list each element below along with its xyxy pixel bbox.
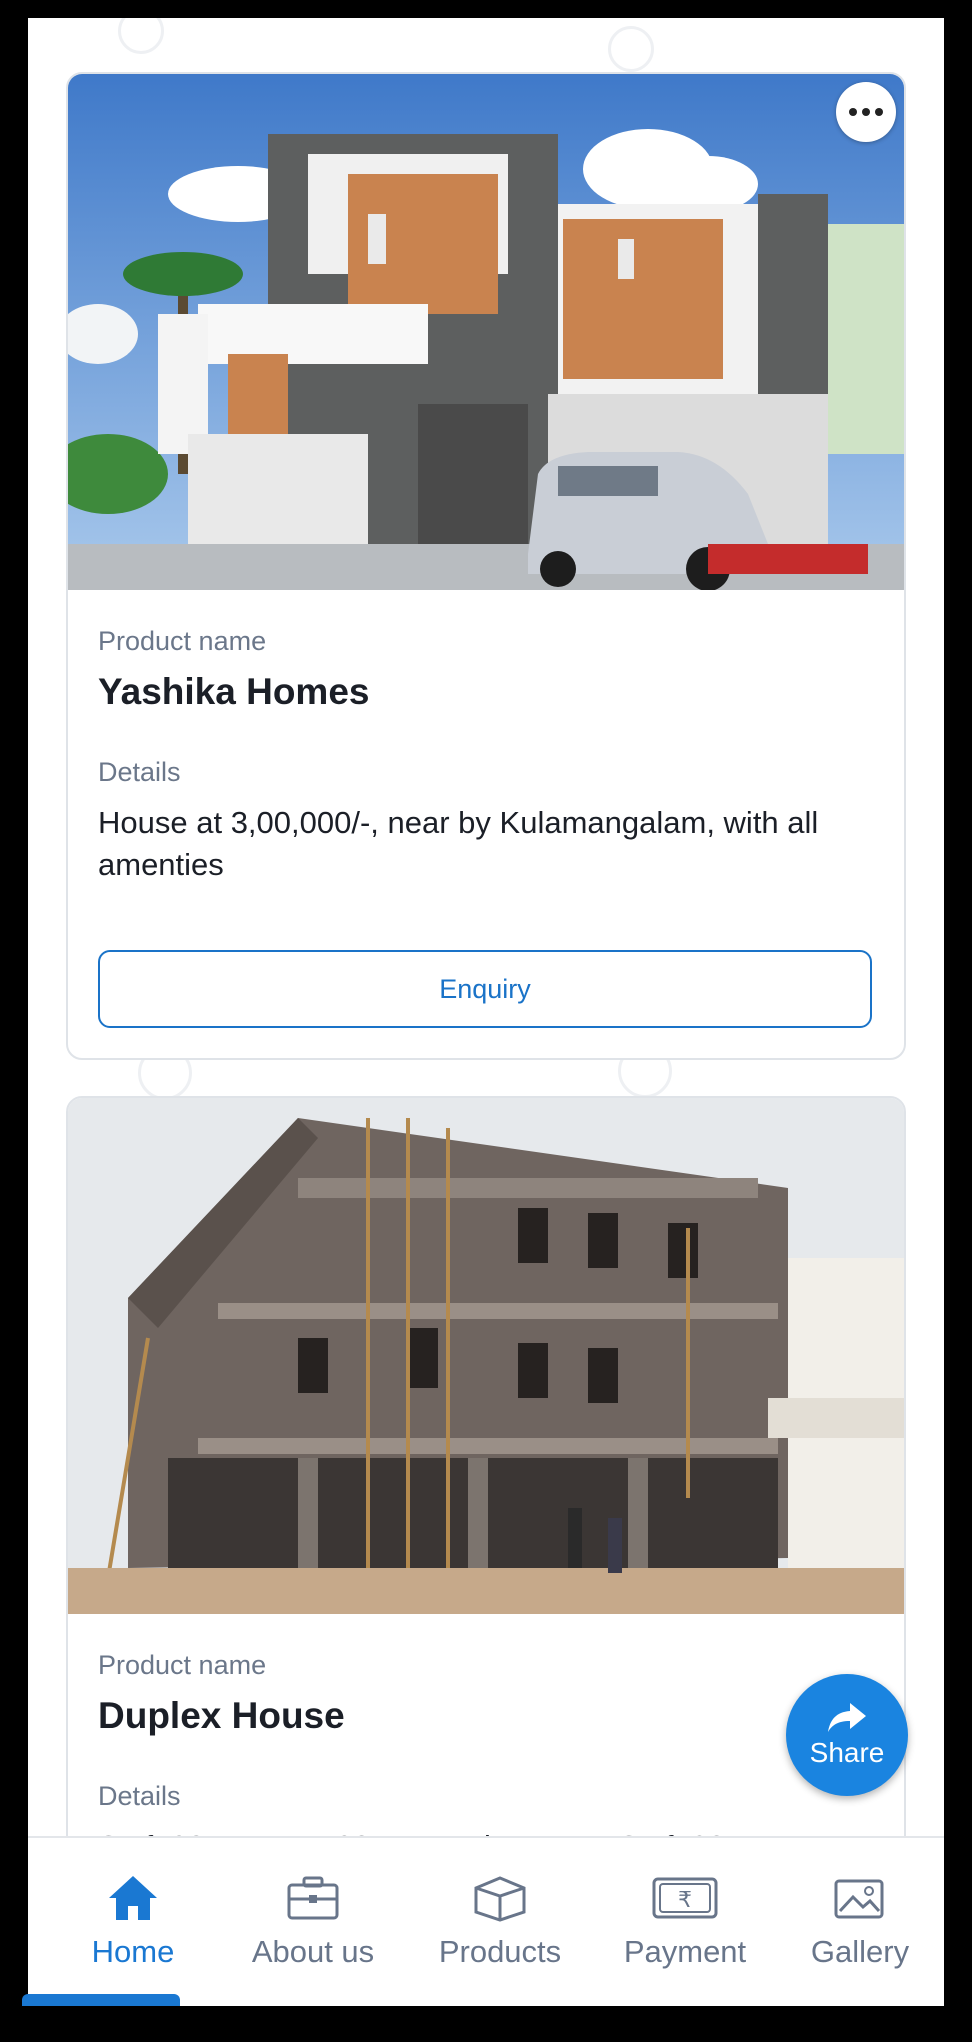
nav-label-payment: Payment (623, 1934, 747, 1969)
background-doodle (608, 26, 654, 72)
nav-item-payment[interactable]: ₹ Payment (600, 1838, 770, 2006)
nav-label-gallery: Gallery (810, 1934, 910, 1969)
product-name-label: Product name (98, 1650, 267, 1680)
dot-icon (849, 108, 857, 116)
details-label: Details (98, 1781, 181, 1811)
box-icon (468, 1872, 532, 1924)
product-image[interactable] (68, 1098, 904, 1614)
card-body: Product name Duplex House Details Sq.ft … (68, 1650, 904, 1858)
nav-label-products: Products (438, 1934, 562, 1969)
nav-item-gallery[interactable]: Gallery (780, 1838, 940, 2006)
product-name-label: Product name (98, 626, 267, 656)
product-card: Product name Yashika Homes Details House… (66, 72, 906, 1060)
rupee-icon: ₹ (652, 1872, 718, 1924)
nav-item-products[interactable]: Products (410, 1838, 590, 2006)
product-details: House at 3,00,000/-, near by Kulamangala… (98, 805, 819, 882)
image-icon (833, 1872, 887, 1924)
dot-icon (875, 108, 883, 116)
nav-label-about-us: About us (251, 1934, 375, 1969)
card-body: Product name Yashika Homes Details House… (68, 626, 904, 1058)
app-screen: Product name Yashika Homes Details House… (28, 18, 944, 2006)
bottom-navigation: Home About us Products ₹ Payment Gallery (28, 1836, 944, 2006)
product-card: Product name Duplex House Details Sq.ft … (66, 1096, 906, 1860)
svg-text:₹: ₹ (678, 1888, 692, 1913)
product-name: Yashika Homes (98, 671, 370, 712)
share-arrow-icon (828, 1703, 866, 1732)
share-button[interactable]: Share (786, 1674, 908, 1796)
nav-label-home: Home (91, 1934, 175, 1969)
construction-building-illustration (68, 1098, 904, 1614)
more-options-button[interactable] (836, 82, 896, 142)
active-tab-indicator (22, 1994, 180, 2006)
house-render-illustration (68, 74, 904, 590)
nav-item-home[interactable]: Home (58, 1838, 208, 2006)
nav-item-about-us[interactable]: About us (223, 1838, 403, 2006)
dot-icon (862, 108, 870, 116)
product-image[interactable] (68, 74, 904, 590)
share-label: Share (809, 1737, 885, 1768)
details-label: Details (98, 757, 181, 787)
product-name: Duplex House (98, 1695, 345, 1736)
background-doodle (118, 18, 164, 54)
home-icon (107, 1872, 159, 1924)
enquiry-button[interactable]: Enquiry (98, 950, 872, 1028)
briefcase-icon (286, 1872, 340, 1924)
